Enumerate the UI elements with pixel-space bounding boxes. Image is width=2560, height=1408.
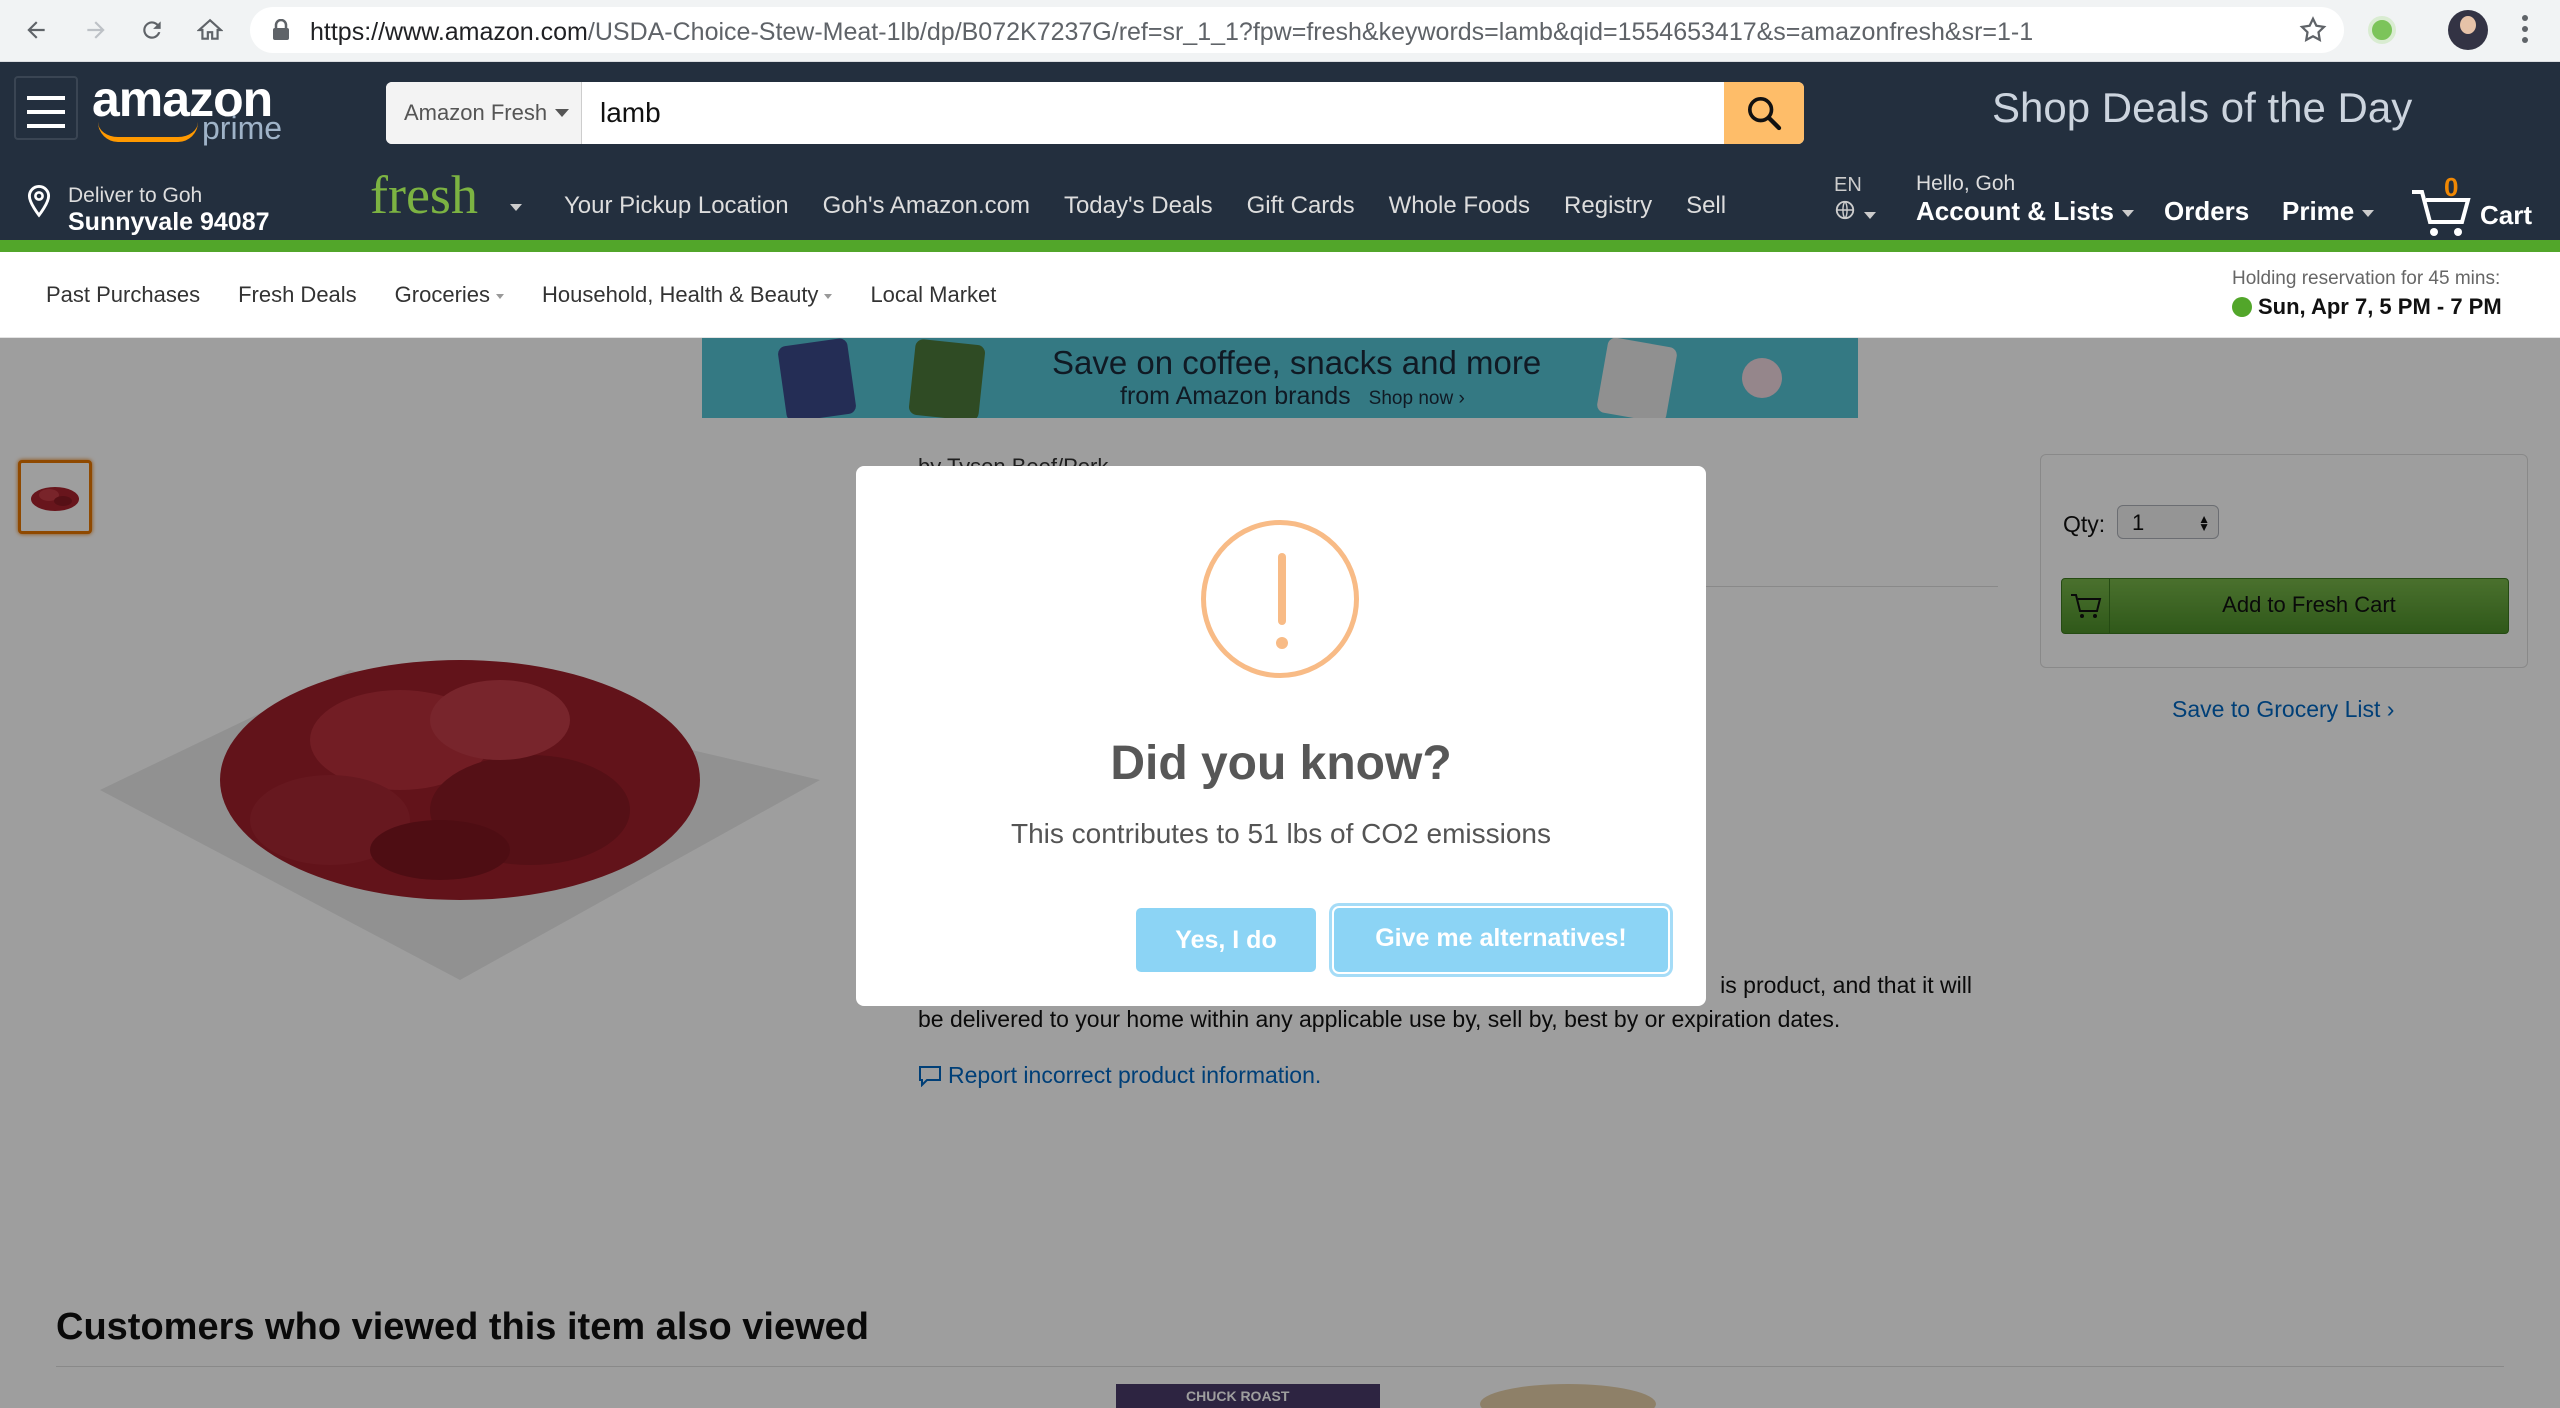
browser-toolbar: https://www.amazon.com/USDA-Choice-Stew-… bbox=[0, 0, 2560, 62]
hamburger-menu-icon[interactable] bbox=[14, 76, 78, 140]
nav-link-whole-foods[interactable]: Whole Foods bbox=[1389, 192, 1530, 220]
nav-links: Your Pickup Location Goh's Amazon.com To… bbox=[564, 192, 1760, 220]
extension-icon[interactable] bbox=[2368, 16, 2396, 44]
bookmark-star-icon[interactable] bbox=[2298, 15, 2328, 50]
deliver-to-label: Deliver to Goh bbox=[68, 184, 203, 207]
fresh-subnav: Past Purchases Fresh Deals Groceries Hou… bbox=[0, 252, 2560, 338]
orders-link[interactable]: Orders bbox=[2164, 196, 2249, 227]
clock-icon bbox=[2232, 297, 2252, 317]
fresh-logo[interactable]: fresh bbox=[370, 164, 478, 226]
browser-menu-icon[interactable] bbox=[2520, 12, 2530, 48]
account-menu[interactable]: Hello, Goh Account & Lists bbox=[1916, 172, 2134, 227]
cart-count: 0 bbox=[2444, 172, 2459, 202]
amazon-nav-bar: Deliver to Goh Sunnyvale 94087 fresh You… bbox=[0, 164, 2560, 240]
search-icon bbox=[1748, 97, 1782, 131]
dialog-title: Did you know? bbox=[1110, 737, 1452, 790]
forward-icon[interactable] bbox=[76, 10, 116, 50]
deliver-location: Sunnyvale 94087 bbox=[68, 208, 270, 236]
cart-label: Cart bbox=[2480, 200, 2533, 230]
give-alternatives-button[interactable]: Give me alternatives! bbox=[1334, 908, 1668, 972]
deals-of-day-promo[interactable]: Shop Deals of the Day bbox=[1992, 84, 2412, 132]
home-icon[interactable] bbox=[190, 10, 230, 50]
fresh-accent-bar bbox=[0, 240, 2560, 252]
fresh-chevron-icon[interactable] bbox=[510, 204, 522, 211]
language-code: EN bbox=[1834, 174, 1862, 196]
reservation-window: Sun, Apr 7, 5 PM - 7 PM bbox=[2258, 294, 2502, 319]
reload-icon[interactable] bbox=[132, 10, 172, 50]
prime-menu[interactable]: Prime bbox=[2282, 196, 2375, 227]
profile-avatar[interactable] bbox=[2448, 10, 2488, 50]
delivery-reservation[interactable]: Holding reservation for 45 mins: Sun, Ap… bbox=[2232, 268, 2502, 320]
reservation-label: Holding reservation for 45 mins: bbox=[2232, 268, 2501, 289]
nav-link-pickup[interactable]: Your Pickup Location bbox=[564, 192, 789, 220]
amazon-header: amazon prime Amazon Fresh Shop Deals of … bbox=[0, 62, 2560, 164]
subnav-household[interactable]: Household, Health & Beauty bbox=[542, 282, 832, 308]
globe-icon bbox=[1834, 199, 1876, 227]
subnav-local-market[interactable]: Local Market bbox=[870, 282, 996, 308]
nav-link-gohs-amazon[interactable]: Goh's Amazon.com bbox=[823, 192, 1030, 220]
search-category-dropdown[interactable]: Amazon Fresh bbox=[386, 82, 582, 144]
search-bar: Amazon Fresh bbox=[386, 82, 1804, 144]
chevron-down-icon bbox=[555, 109, 570, 117]
language-selector[interactable]: EN bbox=[1834, 174, 1876, 227]
amazon-prime-logo[interactable]: amazon prime bbox=[92, 74, 282, 146]
subnav-past-purchases[interactable]: Past Purchases bbox=[46, 282, 200, 308]
url-text: https://www.amazon.com/USDA-Choice-Stew-… bbox=[310, 18, 2034, 46]
back-icon[interactable] bbox=[16, 10, 56, 50]
search-input[interactable] bbox=[582, 82, 1724, 144]
nav-link-sell[interactable]: Sell bbox=[1686, 192, 1726, 220]
greeting: Hello, Goh bbox=[1916, 172, 2016, 195]
nav-link-gift-cards[interactable]: Gift Cards bbox=[1247, 192, 1355, 220]
subnav-fresh-deals[interactable]: Fresh Deals bbox=[238, 282, 357, 308]
subnav-groceries[interactable]: Groceries bbox=[395, 282, 504, 308]
yes-i-do-button[interactable]: Yes, I do bbox=[1136, 908, 1316, 972]
account-lists-label: Account & Lists bbox=[1916, 196, 2114, 226]
lock-icon bbox=[272, 18, 290, 46]
warning-icon bbox=[1201, 520, 1359, 678]
address-bar[interactable]: https://www.amazon.com/USDA-Choice-Stew-… bbox=[250, 7, 2344, 53]
search-button[interactable] bbox=[1724, 82, 1804, 144]
location-pin-icon bbox=[24, 184, 54, 225]
co2-alert-dialog: Did you know? This contributes to 51 lbs… bbox=[856, 466, 1706, 1006]
nav-link-registry[interactable]: Registry bbox=[1564, 192, 1652, 220]
dialog-message: This contributes to 51 lbs of CO2 emissi… bbox=[1010, 818, 1551, 849]
nav-link-todays-deals[interactable]: Today's Deals bbox=[1064, 192, 1213, 220]
